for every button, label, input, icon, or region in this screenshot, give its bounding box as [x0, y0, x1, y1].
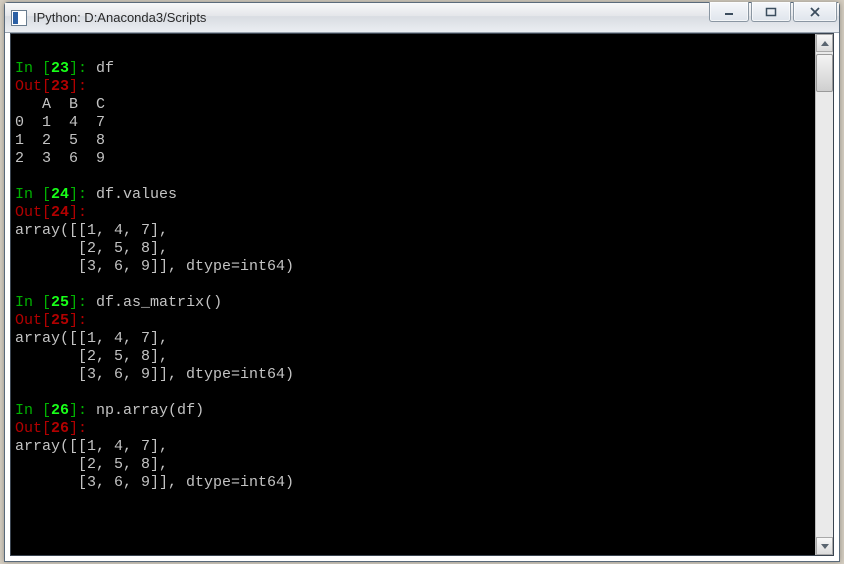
- window-title: IPython: D:Anaconda3/Scripts: [33, 10, 206, 25]
- chevron-up-icon: [821, 41, 829, 46]
- terminal-client: In [23]: df Out[23]: A B C 0 1 4 7 1 2 5…: [10, 33, 834, 556]
- vertical-scrollbar[interactable]: [815, 34, 833, 555]
- scroll-thumb[interactable]: [816, 54, 833, 92]
- scroll-up-button[interactable]: [816, 34, 833, 52]
- scroll-track[interactable]: [816, 52, 833, 537]
- close-button[interactable]: [793, 2, 837, 22]
- titlebar[interactable]: IPython: D:Anaconda3/Scripts: [5, 3, 839, 33]
- terminal-output[interactable]: In [23]: df Out[23]: A B C 0 1 4 7 1 2 5…: [11, 34, 815, 555]
- window-buttons: [709, 2, 837, 22]
- scroll-down-button[interactable]: [816, 537, 833, 555]
- ipython-window: IPython: D:Anaconda3/Scripts In [23]: df…: [4, 2, 840, 562]
- ipython-app-icon: [11, 10, 27, 26]
- chevron-down-icon: [821, 544, 829, 549]
- minimize-button[interactable]: [709, 2, 749, 22]
- maximize-button[interactable]: [751, 2, 791, 22]
